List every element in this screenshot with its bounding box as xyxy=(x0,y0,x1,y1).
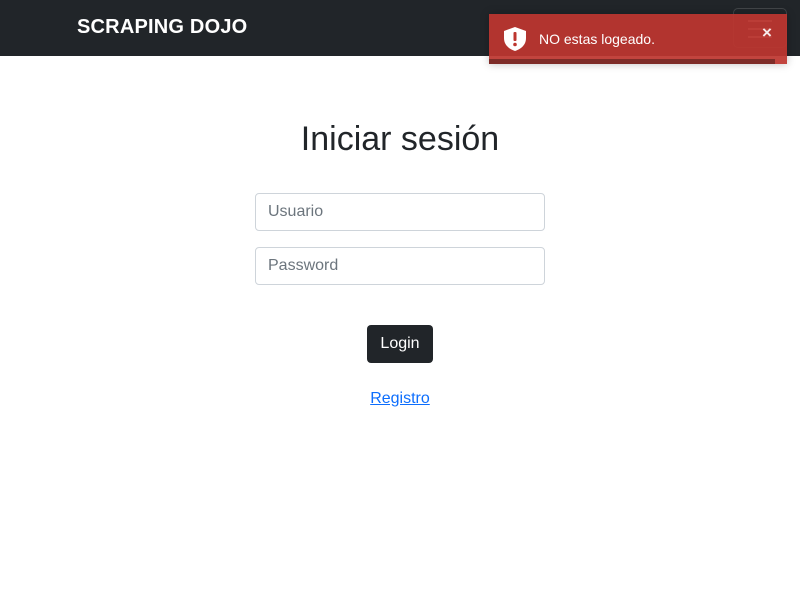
shield-exclamation-icon xyxy=(504,27,526,51)
error-toast[interactable]: NO estas logeado. × xyxy=(489,14,787,64)
page-title: Iniciar sesión xyxy=(300,120,500,158)
brand-logo-text[interactable]: SCRAPING DOJO xyxy=(77,16,247,39)
register-link[interactable]: Registro xyxy=(370,390,430,407)
username-input[interactable] xyxy=(255,193,545,231)
register-link-container: Registro xyxy=(0,390,800,408)
password-input[interactable] xyxy=(255,247,545,285)
login-button[interactable]: Login xyxy=(367,325,433,363)
toast-message: NO estas logeado. xyxy=(539,31,655,47)
toast-progress-bar xyxy=(489,59,776,64)
toast-close-button[interactable]: × xyxy=(762,24,772,41)
